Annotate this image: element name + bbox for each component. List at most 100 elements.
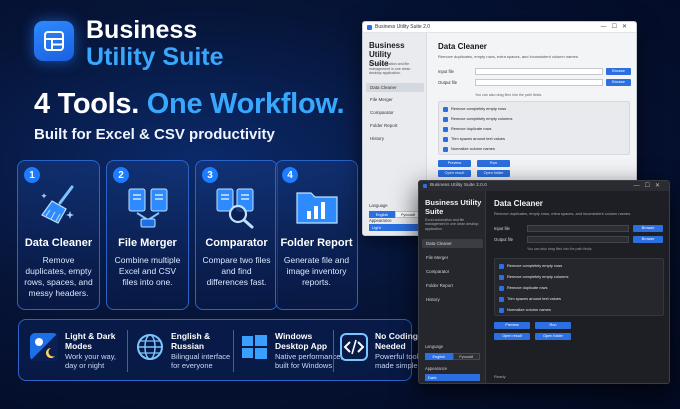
feature-description: Work your way, day or night	[65, 352, 116, 370]
option-checkbox[interactable]: Remove completely empty rows	[499, 263, 562, 269]
lang-english-button[interactable]: English	[425, 353, 453, 360]
headline: 4 Tools. One Workflow.	[34, 88, 345, 121]
card-number: 3	[202, 167, 218, 183]
window-controls[interactable]: —☐✕	[601, 23, 632, 30]
card-number: 4	[282, 167, 298, 183]
sidebar-item-folder-report[interactable]: Folder Report	[366, 121, 424, 130]
output-file-label: Output file	[438, 80, 458, 85]
headline-white: 4 Tools.	[34, 88, 140, 120]
feature-title: Windows Desktop App	[275, 331, 328, 351]
option-checkbox[interactable]: Remove duplicate rows	[499, 285, 547, 291]
broom-icon	[41, 185, 74, 224]
option-checkbox[interactable]: Trim spaces around text values	[499, 296, 561, 302]
drag-hint: You can also drag files into the path fi…	[475, 93, 543, 97]
brand-subtitle: Utility Suite	[86, 43, 224, 71]
app-small-icon	[423, 184, 427, 188]
language-label: Language	[369, 203, 388, 208]
divider	[127, 330, 128, 372]
open-result-button[interactable]: Open result	[438, 170, 471, 177]
page-subtitle: Remove duplicates, empty rows, extra spa…	[438, 54, 579, 59]
folder-chart-icon	[296, 192, 338, 224]
language-label: Language	[425, 344, 444, 349]
card-description: Generate file and image inventory report…	[283, 255, 350, 287]
feature-title: English & Russian	[171, 331, 211, 351]
card-title: Folder Report	[280, 237, 353, 249]
input-file-label: Input file	[494, 226, 510, 231]
run-button[interactable]: Run	[477, 160, 510, 167]
window-controls[interactable]: —☐✕	[634, 182, 665, 189]
option-checkbox[interactable]: Normalize column names	[443, 146, 495, 152]
output-file-field[interactable]	[527, 236, 629, 243]
appearance-label: Appearance	[425, 366, 448, 371]
preview-button[interactable]: Preview	[494, 322, 530, 329]
input-file-label: Input file	[438, 69, 454, 74]
drag-hint: You can also drag files into the path fi…	[527, 247, 593, 251]
sidebar-item-history[interactable]: History	[422, 295, 483, 304]
sidebar-item-data-cleaner[interactable]: Data Cleaner	[366, 83, 424, 92]
option-checkbox[interactable]: Remove completely empty columns	[443, 116, 512, 122]
open-folder-button[interactable]: Open folder	[477, 170, 510, 177]
option-checkbox[interactable]: Remove completely empty rows	[443, 106, 506, 112]
option-checkbox[interactable]: Remove completely empty columns	[499, 274, 568, 280]
open-folder-button[interactable]: Open folder	[535, 333, 571, 340]
browse-input-button[interactable]: Browse	[606, 68, 631, 75]
divider	[333, 330, 334, 372]
page-title: Data Cleaner	[494, 199, 543, 208]
theme-mode-icon	[30, 333, 58, 361]
divider	[233, 330, 234, 372]
input-file-field[interactable]	[527, 225, 629, 232]
headline-accent: One Workflow.	[146, 88, 345, 120]
merge-files-icon	[128, 188, 168, 228]
language-toggle: English Русский	[369, 211, 421, 218]
windows-logo-icon	[242, 335, 267, 359]
window-titlebar: Business Utility Suite 2.0 —☐✕	[363, 22, 636, 33]
card-description: Combine multiple Excel and CSV files int…	[114, 255, 181, 287]
sidebar-item-data-cleaner[interactable]: Data Cleaner	[422, 239, 483, 248]
output-file-field[interactable]	[475, 79, 603, 86]
lang-english-button[interactable]: English	[369, 211, 395, 218]
sidebar-item-comparator[interactable]: Comparator	[366, 108, 424, 117]
feature-bar: Light & Dark Modes Work your way, day or n…	[18, 319, 422, 381]
subline: Built for Excel & CSV productivity	[34, 126, 275, 143]
sidebar-description: Excel automation and file management in …	[369, 62, 411, 75]
app-small-icon	[367, 25, 372, 30]
option-checkbox[interactable]: Trim spaces around text values	[443, 136, 505, 142]
preview-button[interactable]: Preview	[438, 160, 471, 167]
feature-description: Powerful tools made simple	[375, 352, 423, 370]
app-logo-icon	[34, 21, 74, 61]
card-title: Data Cleaner	[24, 237, 93, 249]
appearance-select[interactable]: Dark	[425, 374, 480, 381]
appearance-select[interactable]: Light	[369, 224, 421, 231]
sidebar-item-file-merger[interactable]: File Merger	[366, 95, 424, 104]
sidebar-description: Excel automation and file management in …	[425, 218, 479, 231]
window-title: Business Utility Suite 2.0.0	[430, 183, 487, 188]
sidebar-item-history[interactable]: History	[366, 134, 424, 143]
browse-input-button[interactable]: Browse	[633, 225, 663, 232]
feature-title: No Coding Needed	[375, 331, 418, 351]
tool-card-file-merger: 2 File Merger Combine multiple Excel and…	[106, 160, 189, 310]
sidebar-item-folder-report[interactable]: Folder Report	[422, 281, 483, 290]
input-file-field[interactable]	[475, 68, 603, 75]
globe-icon	[137, 334, 163, 360]
window-title: Business Utility Suite 2.0	[375, 24, 431, 30]
output-file-label: Output file	[494, 237, 514, 242]
lang-russian-button[interactable]: Русский	[452, 353, 480, 360]
card-title: Comparator	[205, 237, 268, 249]
options-panel: Remove completely empty rows Remove comp…	[438, 101, 630, 155]
sidebar-item-file-merger[interactable]: File Merger	[422, 253, 483, 262]
card-description: Remove duplicates, empty rows, spaces, a…	[24, 255, 93, 298]
tool-card-data-cleaner: 1 Data Cleaner Remove duplicates, empty …	[17, 160, 100, 310]
card-description: Compare two files and find differences f…	[202, 255, 271, 287]
card-title: File Merger	[118, 237, 177, 249]
sidebar-item-comparator[interactable]: Comparator	[422, 267, 483, 276]
option-checkbox[interactable]: Normalize column names	[499, 307, 551, 313]
run-button[interactable]: Run	[535, 322, 571, 329]
browse-output-button[interactable]: Browse	[606, 79, 631, 86]
language-toggle: English Русский	[425, 353, 480, 360]
sidebar-title: Business Utility Suite	[425, 198, 482, 216]
browse-output-button[interactable]: Browse	[633, 236, 663, 243]
page-title: Data Cleaner	[438, 42, 487, 51]
option-checkbox[interactable]: Remove duplicate rows	[443, 126, 491, 132]
tool-card-comparator: 3 Comparator Compare two files and find …	[195, 160, 278, 310]
open-result-button[interactable]: Open result	[494, 333, 530, 340]
